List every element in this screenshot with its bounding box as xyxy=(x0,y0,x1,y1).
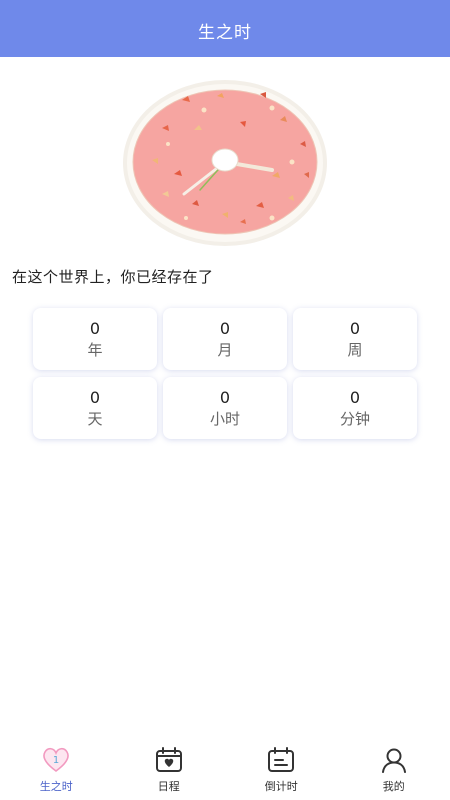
svg-text:1: 1 xyxy=(53,755,59,766)
tab-label: 生之时 xyxy=(39,780,73,793)
calendar-heart-icon xyxy=(154,745,184,775)
page-title: 生之时 xyxy=(198,23,252,43)
tab-life-time[interactable]: 1 生之时 xyxy=(0,738,113,800)
stat-value: 0 xyxy=(219,387,231,407)
stat-card-hours: 0 小时 xyxy=(163,377,287,439)
stat-card-weeks: 0 周 xyxy=(293,308,417,370)
clock-illustration xyxy=(122,78,328,248)
user-icon xyxy=(379,745,409,775)
bottom-tab-bar: 1 生之时 日程 倒计时 我的 xyxy=(0,738,450,800)
stat-value: 0 xyxy=(89,387,101,407)
stat-value: 0 xyxy=(219,318,231,338)
stat-unit: 周 xyxy=(347,340,363,359)
calendar-countdown-icon xyxy=(266,745,296,775)
stat-unit: 年 xyxy=(87,340,103,359)
stat-card-months: 0 月 xyxy=(163,308,287,370)
tab-schedule[interactable]: 日程 xyxy=(113,738,226,800)
tab-label: 日程 xyxy=(157,780,180,793)
stat-unit: 分钟 xyxy=(339,409,370,428)
tab-mine[interactable]: 我的 xyxy=(338,738,450,800)
stat-card-days: 0 天 xyxy=(33,377,157,439)
heart-icon: 1 xyxy=(41,745,71,775)
tab-label: 倒计时 xyxy=(264,780,298,793)
stat-value: 0 xyxy=(349,318,361,338)
stat-unit: 天 xyxy=(87,409,103,428)
stat-value: 0 xyxy=(349,387,361,407)
stat-card-years: 0 年 xyxy=(33,308,157,370)
intro-text: 在这个世界上，你已经存在了 xyxy=(12,268,214,286)
stat-unit: 月 xyxy=(217,340,233,359)
stat-value: 0 xyxy=(89,318,101,338)
stat-card-minutes: 0 分钟 xyxy=(293,377,417,439)
stats-grid: 0 年 0 月 0 周 0 天 0 小时 0 分钟 xyxy=(33,308,417,439)
stat-unit: 小时 xyxy=(209,409,240,428)
tab-countdown[interactable]: 倒计时 xyxy=(225,738,338,800)
app-header: 生之时 xyxy=(0,0,450,57)
app-screen: 生之时 在这个世界上，你已经存在了 0 年 0 月 0 周 0 天 0 小时 0… xyxy=(0,0,450,800)
tab-label: 我的 xyxy=(382,780,405,793)
